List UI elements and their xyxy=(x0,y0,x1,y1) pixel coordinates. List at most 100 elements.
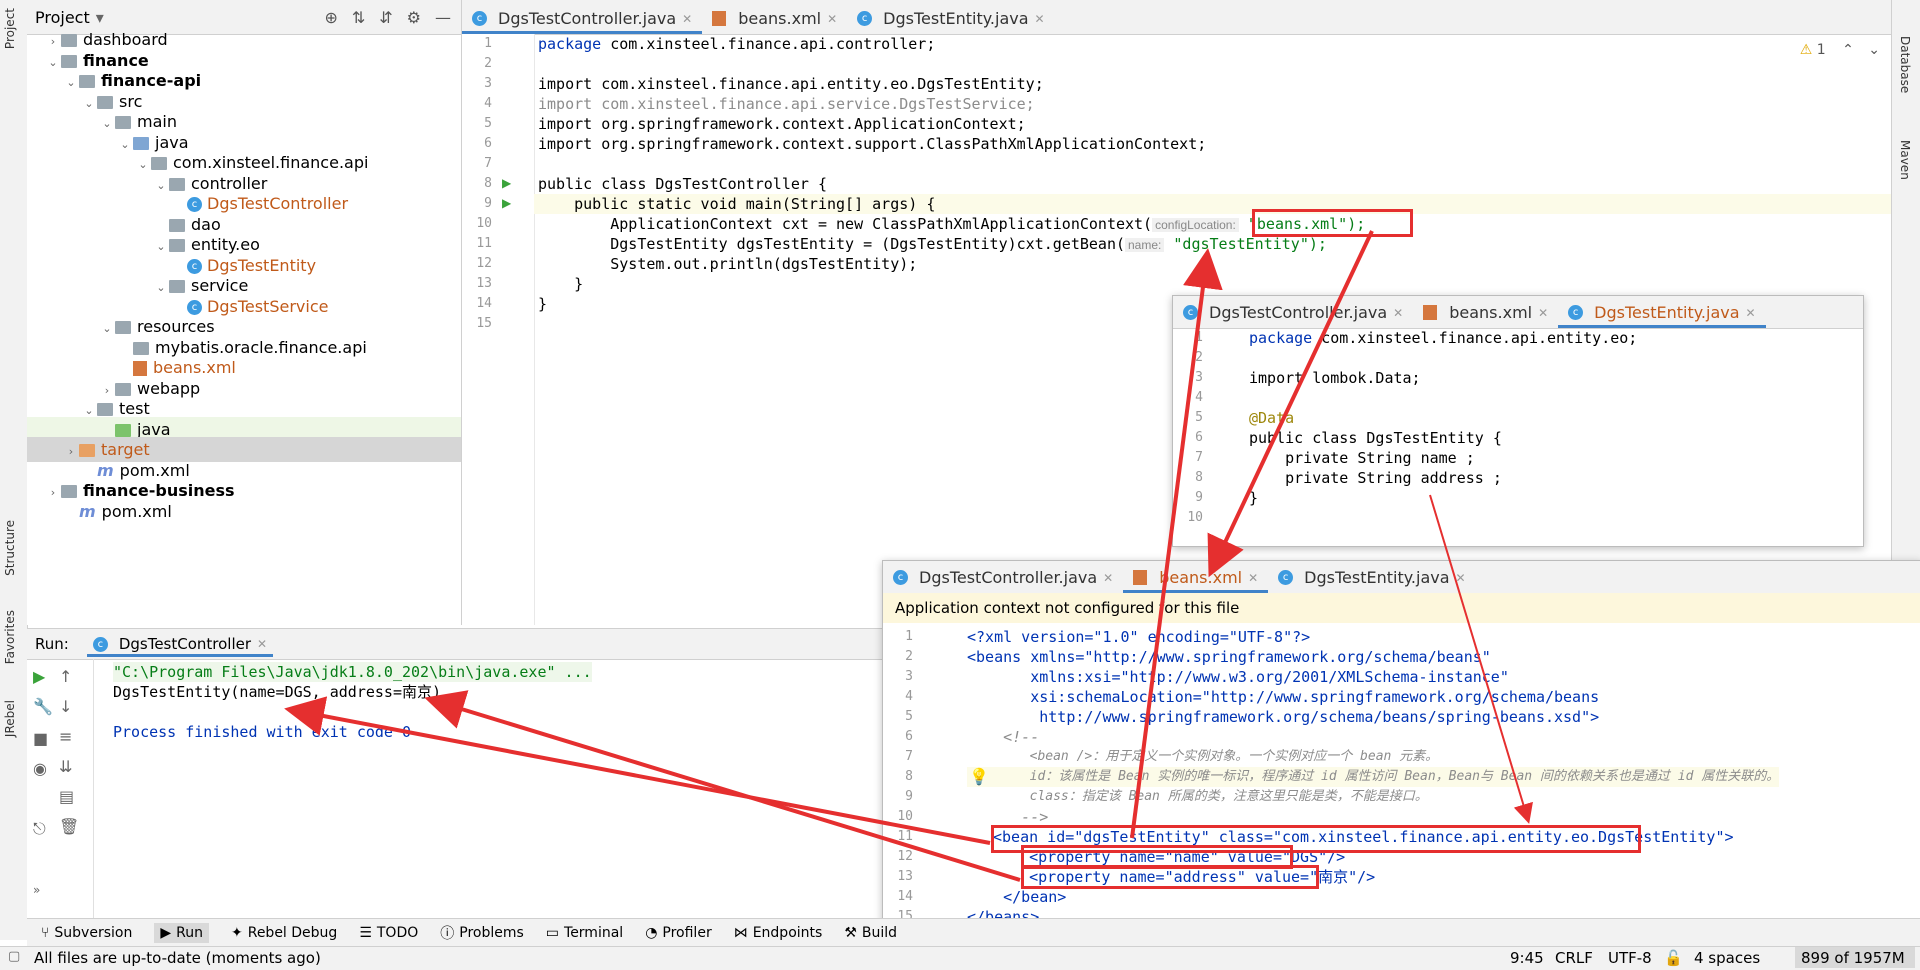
close-icon[interactable]: ✕ xyxy=(1103,571,1113,585)
code-line-6[interactable]: import org.springframework.context.suppo… xyxy=(538,134,1206,154)
code-line-4[interactable]: import com.xinsteel.finance.api.service.… xyxy=(538,94,1035,114)
indent-setting[interactable]: 4 spaces xyxy=(1694,949,1760,967)
collapse-all-icon[interactable]: ⇵ xyxy=(379,8,392,27)
code-line-5[interactable]: import org.springframework.context.Appli… xyxy=(538,114,1026,134)
tool-todo[interactable]: ☰ TODO xyxy=(359,925,418,941)
structure-tool-tab[interactable]: Structure xyxy=(3,520,17,576)
memory-indicator[interactable]: 899 of 1957M xyxy=(1795,947,1915,968)
print-icon[interactable]: ▤ xyxy=(59,787,74,806)
scroll-to-end-icon[interactable]: ⇊ xyxy=(59,757,72,776)
entity-line-6[interactable]: public class DgsTestEntity { xyxy=(1249,428,1502,448)
tab-beans-xml[interactable]: beans.xml ✕ xyxy=(702,9,847,34)
chevron-up-icon[interactable]: ⌃ xyxy=(1842,42,1854,58)
class-icon: c xyxy=(187,197,202,212)
jrebel-tool-tab[interactable]: JRebel xyxy=(3,700,17,737)
xml-line-2[interactable]: <beans xmlns="http://www.springframework… xyxy=(967,647,1491,667)
entity-line-5[interactable]: @Data xyxy=(1249,408,1294,428)
tab-dgstestcontroller[interactable]: c DgsTestController.java ✕ xyxy=(1173,303,1413,328)
maven-tool-tab[interactable]: Maven xyxy=(1898,140,1912,180)
close-icon[interactable]: ✕ xyxy=(1456,571,1466,585)
chevron-down-icon[interactable]: ⌄ xyxy=(1868,42,1880,58)
close-icon[interactable]: ✕ xyxy=(1746,306,1756,320)
xml-line-8[interactable]: id：该属性是 Bean 实例的唯一标识，程序通过 id 属性访问 Bean，B… xyxy=(967,767,1780,787)
code-line-12[interactable]: System.out.println(dgsTestEntity); xyxy=(538,254,917,274)
down-icon[interactable]: ↓ xyxy=(59,697,72,716)
stop-icon[interactable]: ■ xyxy=(33,729,48,748)
xml-line-9[interactable]: class：指定该 Bean 所属的类，注意这里只能是类，不能是接口。 xyxy=(967,787,1428,807)
tab-dgstestentity[interactable]: c DgsTestEntity.java ✕ xyxy=(1268,568,1475,593)
trash-icon[interactable]: 🗑 xyxy=(59,817,79,836)
close-icon[interactable]: ✕ xyxy=(1248,571,1258,585)
entity-line-1[interactable]: package com.xinsteel.finance.api.entity.… xyxy=(1249,328,1637,348)
lock-icon[interactable]: 🔓 xyxy=(1664,949,1683,967)
xml-line-3[interactable]: xmlns:xsi="http://www.w3.org/2001/XMLSch… xyxy=(967,667,1509,687)
entity-line-7[interactable]: private String name ; xyxy=(1249,448,1475,468)
inspection-widget[interactable]: ⚠ 1 ⌃ ⌄ xyxy=(1800,42,1880,58)
run-tab[interactable]: c DgsTestController ✕ xyxy=(86,631,274,657)
entity-line-9[interactable]: } xyxy=(1249,488,1258,508)
chevron-down-icon[interactable]: ▾ xyxy=(96,8,104,27)
tool-problems[interactable]: ⓘ Problems xyxy=(440,923,524,943)
tool-subversion[interactable]: ⑂ Subversion xyxy=(41,925,132,941)
tab-beans-xml[interactable]: beans.xml ✕ xyxy=(1123,568,1269,593)
code-line-9[interactable]: public static void main(String[] args) { xyxy=(538,194,935,214)
xml-line-14[interactable]: </bean> xyxy=(967,887,1066,907)
project-tool-tab[interactable]: Project xyxy=(3,8,17,49)
code-line-1[interactable]: package com.xinsteel.finance.api.control… xyxy=(538,34,935,54)
expand-all-icon[interactable]: ⇅ xyxy=(352,8,365,27)
code-line-3[interactable]: import com.xinsteel.finance.api.entity.e… xyxy=(538,74,1044,94)
file-encoding[interactable]: UTF-8 xyxy=(1608,949,1652,967)
soft-wrap-icon[interactable]: ≡ xyxy=(59,727,72,746)
close-icon[interactable]: ✕ xyxy=(1035,12,1045,26)
tab-beans-xml[interactable]: beans.xml ✕ xyxy=(1413,303,1558,328)
xml-line-10[interactable]: --> xyxy=(967,807,1048,827)
exit-icon[interactable]: ⎋ xyxy=(33,819,46,839)
line-number: 2 xyxy=(905,649,913,664)
xml-line-4[interactable]: xsi:schemaLocation="http://www.springfra… xyxy=(967,687,1599,707)
tree-item[interactable]: m pom.xml xyxy=(27,499,461,524)
entity-line-8[interactable]: private String address ; xyxy=(1249,468,1502,488)
xml-line-7[interactable]: <bean />：用于定义一个实例对象。一个实例对应一个 bean 元素。 xyxy=(967,747,1439,767)
gear-icon[interactable]: ⚙ xyxy=(407,8,421,27)
xml-line-1[interactable]: <?xml version="1.0" encoding="UTF-8"?> xyxy=(967,627,1310,647)
tool-build[interactable]: ⚒ Build xyxy=(844,925,897,941)
run-gutter-icon[interactable]: ▶ xyxy=(502,176,511,190)
code-line-13[interactable]: } xyxy=(538,274,583,294)
tab-dgstestcontroller[interactable]: c DgsTestController.java ✕ xyxy=(462,9,703,34)
code-line-10[interactable]: ApplicationContext cxt = new ClassPathXm… xyxy=(538,214,1365,234)
close-icon[interactable]: ✕ xyxy=(827,12,837,26)
tab-dgstestentity[interactable]: c DgsTestEntity.java ✕ xyxy=(847,9,1054,34)
project-title[interactable]: Project xyxy=(35,8,90,27)
wrench-icon[interactable]: 🔧 xyxy=(33,697,53,716)
close-icon[interactable]: ✕ xyxy=(1538,306,1548,320)
database-tool-tab[interactable]: Database xyxy=(1898,36,1912,93)
entity-line-3[interactable]: import lombok.Data; xyxy=(1249,368,1421,388)
tab-dgstestcontroller[interactable]: c DgsTestController.java ✕ xyxy=(883,568,1123,593)
close-icon[interactable]: ✕ xyxy=(682,12,692,26)
code-line-14[interactable]: } xyxy=(538,294,547,314)
line-separator[interactable]: CRLF xyxy=(1555,949,1593,967)
run-gutter-icon[interactable]: ▶ xyxy=(502,196,511,210)
tool-rebel-debug[interactable]: ✦ Rebel Debug xyxy=(231,925,337,941)
tool-endpoints[interactable]: ⋈ Endpoints xyxy=(734,925,823,941)
close-icon[interactable]: ✕ xyxy=(1393,306,1403,320)
tool-terminal[interactable]: ▭ Terminal xyxy=(546,925,623,941)
tab-dgstestentity[interactable]: c DgsTestEntity.java ✕ xyxy=(1558,303,1766,328)
up-icon[interactable]: ↑ xyxy=(59,667,72,686)
rerun-icon[interactable]: ▶ xyxy=(33,667,45,686)
close-icon[interactable]: ✕ xyxy=(257,637,267,651)
xml-line-6[interactable]: <!-- xyxy=(967,727,1039,747)
caret-position[interactable]: 9:45 xyxy=(1510,949,1544,967)
favorites-tool-tab[interactable]: Favorites xyxy=(3,610,17,664)
code-line-11[interactable]: DgsTestEntity dgsTestEntity = (DgsTestEn… xyxy=(538,234,1327,254)
camera-icon[interactable]: ◉ xyxy=(33,759,47,778)
xml-line-5[interactable]: http://www.springframework.org/schema/be… xyxy=(967,707,1599,727)
tool-profiler[interactable]: ◔ Profiler xyxy=(645,925,712,941)
more-icon[interactable]: » xyxy=(33,883,40,897)
tool-run[interactable]: ▶ Run xyxy=(154,923,209,943)
minimize-icon[interactable]: — xyxy=(435,8,451,27)
code-line-8[interactable]: public class DgsTestController { xyxy=(538,174,827,194)
line-number: 3 xyxy=(1195,370,1203,385)
bulb-icon[interactable]: 💡 xyxy=(969,767,989,786)
locate-icon[interactable]: ⊕ xyxy=(324,8,337,27)
